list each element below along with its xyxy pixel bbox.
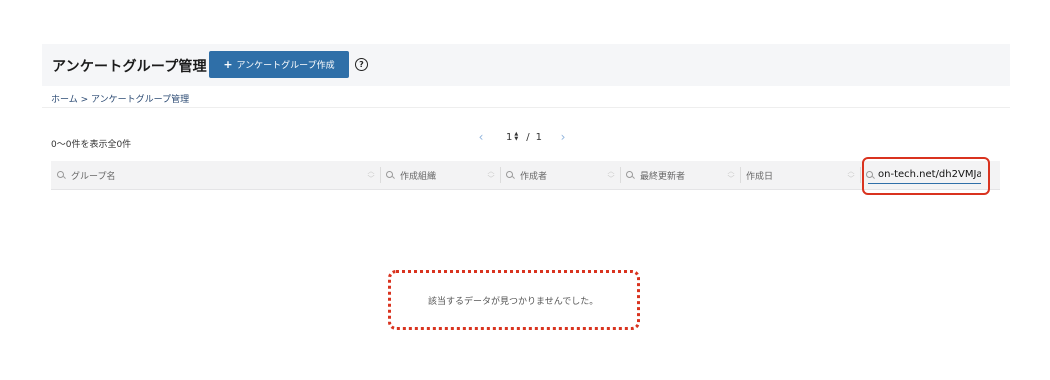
empty-state-message: 該当するデータが見つかりませんでした。 xyxy=(428,297,599,307)
breadcrumb-separator: > xyxy=(80,95,89,105)
filter-group-name[interactable]: グループ名 xyxy=(51,161,371,189)
filter-label: 最終更新者 xyxy=(640,171,686,182)
page-separator: / xyxy=(526,131,530,143)
plus-icon: + xyxy=(223,58,233,71)
filter-created-date[interactable]: 作成日 xyxy=(740,161,850,189)
sort-icon[interactable]: ︿ ﹀ xyxy=(367,165,375,185)
create-survey-group-button[interactable]: + アンケートグループ作成 xyxy=(209,51,349,78)
table-filter-row: グループ名 ︿ ﹀ 作成組織 ︿ ﹀ 作成者 ︿ ﹀ 最終更新者 ︿ ﹀ 作成日 ︿ ﹀ xyxy=(51,161,1000,190)
page-title: アンケートグループ管理 xyxy=(52,59,207,75)
result-count: 0〜0件を表示全0件 xyxy=(51,140,132,150)
breadcrumb-current: アンケートグループ管理 xyxy=(91,95,190,105)
search-icon xyxy=(506,171,514,179)
breadcrumb-divider xyxy=(42,107,1010,108)
next-page-icon[interactable]: › xyxy=(556,130,570,144)
breadcrumb-home-link[interactable]: ホーム xyxy=(51,95,78,105)
filter-last-updater[interactable]: 最終更新者 xyxy=(620,161,730,189)
breadcrumb: ホーム > アンケートグループ管理 xyxy=(51,92,189,105)
filter-label: 作成者 xyxy=(520,171,548,182)
filter-creator[interactable]: 作成者 xyxy=(500,161,610,189)
filter-label: 作成組織 xyxy=(400,171,437,182)
page-stepper-icon[interactable]: ▲ ▼ xyxy=(514,132,518,142)
total-pages: 1 xyxy=(535,131,542,143)
page-header: アンケートグループ管理 + アンケートグループ作成 ? xyxy=(42,44,1010,86)
url-field-highlight xyxy=(862,157,990,195)
sort-icon[interactable]: ︿ ﹀ xyxy=(727,165,735,185)
sort-icon[interactable]: ︿ ﹀ xyxy=(847,165,855,185)
pagination: ‹ 1 ▲ ▼ / 1 › xyxy=(474,130,570,144)
sort-icon[interactable]: ︿ ﹀ xyxy=(487,165,495,185)
search-icon xyxy=(57,171,65,179)
current-page-input[interactable]: 1 xyxy=(506,132,512,143)
create-button-label: アンケートグループ作成 xyxy=(236,61,335,71)
sort-icon[interactable]: ︿ ﹀ xyxy=(607,165,615,185)
search-icon xyxy=(626,171,634,179)
help-icon[interactable]: ? xyxy=(355,58,368,71)
search-icon xyxy=(386,171,394,179)
filter-label: 作成日 xyxy=(746,171,774,182)
filter-created-org[interactable]: 作成組織 xyxy=(380,161,490,189)
filter-label: グループ名 xyxy=(71,171,116,182)
prev-page-icon[interactable]: ‹ xyxy=(474,130,488,144)
